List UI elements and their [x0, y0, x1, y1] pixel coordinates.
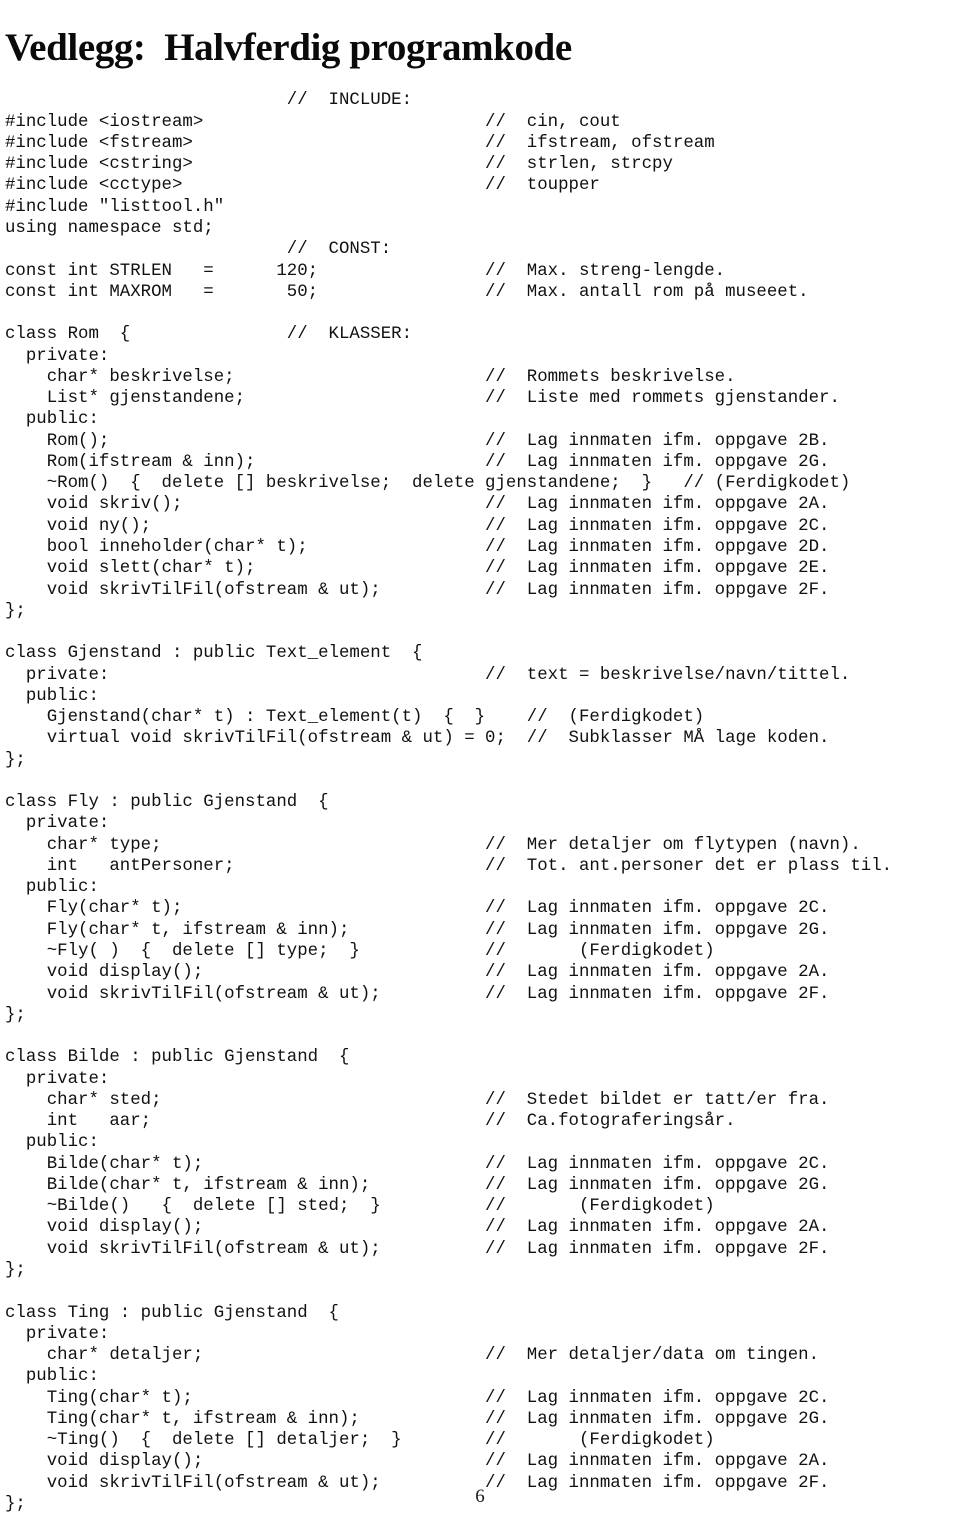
code-line: class Ting : public Gjenstand { — [5, 1303, 339, 1323]
code-line: Ting(char* t); // Lag innmaten ifm. oppg… — [5, 1388, 830, 1408]
code-line: int aar; // Ca.fotograferingsår. — [5, 1112, 736, 1132]
code-line: void skrivTilFil(ofstream & ut); // Lag … — [5, 1239, 830, 1259]
code-line: #include <fstream> // ifstream, ofstream — [5, 133, 715, 153]
code-line: Bilde(char* t, ifstream & inn); // Lag i… — [5, 1175, 830, 1195]
code-line: // INCLUDE: — [5, 91, 413, 111]
code-line: #include <cstring> // strlen, strcpy — [5, 155, 673, 175]
code-line: ~Bilde() { delete [] sted; } // (Ferdigk… — [5, 1197, 715, 1217]
code-line: #include <iostream> // cin, cout — [5, 112, 621, 132]
code-line: int antPersoner; // Tot. ant.personer de… — [5, 856, 893, 876]
code-line: void ny(); // Lag innmaten ifm. oppgave … — [5, 516, 830, 536]
code-line: class Bilde : public Gjenstand { — [5, 1048, 350, 1068]
code-line: class Fly : public Gjenstand { — [5, 793, 329, 813]
code-line: }; — [5, 1261, 26, 1280]
code-line: const int MAXROM = 50; // Max. antall ro… — [5, 282, 809, 302]
code-line: }; — [5, 1005, 26, 1025]
page-title: Vedlegg: Halvferdig programkode — [5, 26, 572, 70]
code-line: char* type; // Mer detaljer om flytypen … — [5, 835, 861, 855]
code-line: using namespace std; — [5, 218, 214, 238]
code-line: Fly(char* t); // Lag innmaten ifm. oppga… — [5, 899, 830, 919]
code-line: Gjenstand(char* t) : Text_element(t) { }… — [5, 708, 705, 728]
code-line: class Rom { // KLASSER: — [5, 325, 413, 345]
code-line: void skrivTilFil(ofstream & ut); // Lag … — [5, 580, 830, 600]
code-line: public: — [5, 410, 99, 430]
code-line: void display(); // Lag innmaten ifm. opp… — [5, 1218, 830, 1238]
code-line: ~Ting() { delete [] detaljer; } // (Ferd… — [5, 1431, 715, 1451]
code-line: virtual void skrivTilFil(ofstream & ut) … — [5, 729, 830, 749]
code-line: Ting(char* t, ifstream & inn); // Lag in… — [5, 1409, 830, 1429]
code-line: Bilde(char* t); // Lag innmaten ifm. opp… — [5, 1154, 830, 1174]
code-line: char* detaljer; // Mer detaljer/data om … — [5, 1346, 820, 1366]
code-line: public: — [5, 1367, 99, 1387]
code-line: void display(); // Lag innmaten ifm. opp… — [5, 963, 830, 983]
code-line: char* beskrivelse; // Rommets beskrivels… — [5, 367, 736, 387]
code-line: const int STRLEN = 120; // Max. streng-l… — [5, 261, 726, 281]
code-line: #include "listtool.h" — [5, 197, 225, 217]
code-line: #include <cctype> // toupper — [5, 176, 600, 196]
code-line: }; — [5, 601, 26, 621]
code-line: private: // text = beskrivelse/navn/titt… — [5, 665, 851, 685]
code-line: void display(); // Lag innmaten ifm. opp… — [5, 1452, 830, 1472]
code-line: List* gjenstandene; // Liste med rommets… — [5, 389, 840, 409]
code-line: bool inneholder(char* t); // Lag innmate… — [5, 537, 830, 557]
code-line: ~Fly( ) { delete [] type; } // (Ferdigko… — [5, 942, 715, 962]
page-number: 6 — [475, 1486, 485, 1507]
code-line: private: — [5, 814, 110, 834]
code-line: // CONST: — [5, 240, 392, 260]
code-line: void skrivTilFil(ofstream & ut); // Lag … — [5, 984, 830, 1004]
code-line: Rom(ifstream & inn); // Lag innmaten ifm… — [5, 452, 830, 472]
source-code-listing: // INCLUDE: #include <iostream> // cin, c… — [5, 90, 955, 1515]
code-line: private: — [5, 1069, 110, 1089]
code-line: public: — [5, 878, 99, 898]
code-line: ~Rom() { delete [] beskrivelse; delete g… — [5, 474, 851, 494]
code-line: Fly(char* t, ifstream & inn); // Lag inn… — [5, 920, 830, 940]
code-line: }; — [5, 750, 26, 770]
code-line: Rom(); // Lag innmaten ifm. oppgave 2B. — [5, 431, 830, 451]
code-line: void slett(char* t); // Lag innmaten ifm… — [5, 559, 830, 579]
code-line: public: — [5, 1133, 99, 1153]
document-page: Vedlegg: Halvferdig programkode // INCLU… — [0, 0, 960, 1521]
code-line: class Gjenstand : public Text_element { — [5, 644, 423, 664]
code-line: public: — [5, 686, 99, 706]
code-line: private: — [5, 346, 110, 366]
code-line: void skriv(); // Lag innmaten ifm. oppga… — [5, 495, 830, 515]
code-line: private: — [5, 1324, 110, 1344]
code-line: char* sted; // Stedet bildet er tatt/er … — [5, 1090, 830, 1110]
